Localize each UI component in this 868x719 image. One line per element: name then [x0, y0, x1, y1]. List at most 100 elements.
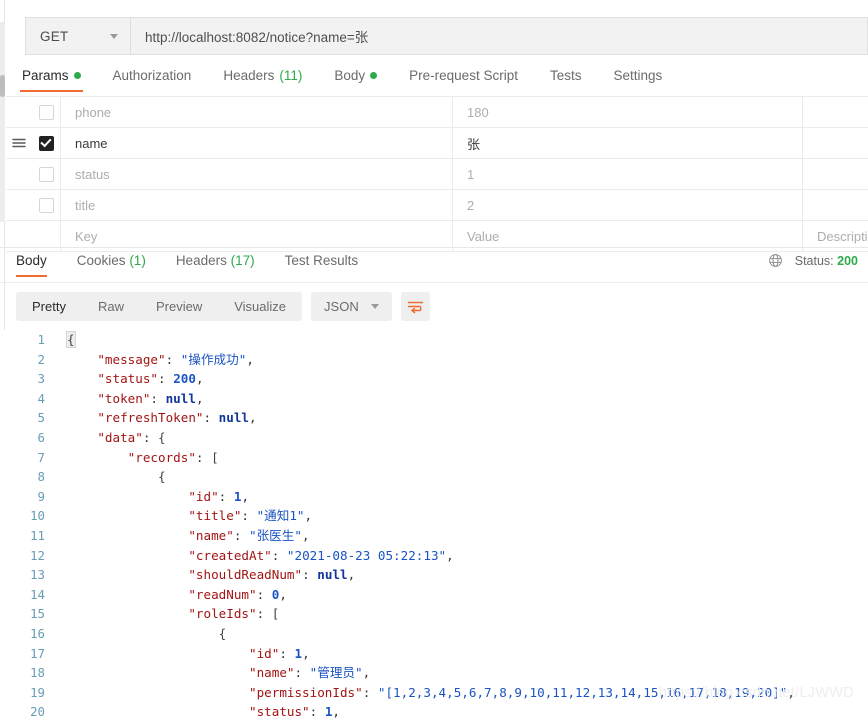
code-line: 20 "status": 1, [0, 702, 868, 719]
request-tab-settings[interactable]: Settings [613, 68, 680, 92]
code-line-number: 19 [30, 684, 45, 700]
code-line-text: "name": "管理员", [56, 663, 868, 683]
response-status-area: Status: 200 [768, 253, 858, 268]
params-value-input[interactable]: 2 [452, 190, 802, 220]
request-tab-headers[interactable]: Headers (11) [223, 68, 320, 92]
code-token: "permissionIds" [248, 684, 363, 700]
params-value-input[interactable]: 1 [452, 159, 802, 189]
code-line: 11 "name": "张医生", [0, 526, 868, 546]
params-description-input[interactable] [802, 159, 868, 189]
response-tab-label: Test Results [284, 253, 359, 268]
code-token: "2021-08-23 05:22:13" [286, 547, 447, 563]
code-line-number: 12 [30, 547, 45, 563]
code-token: "records" [127, 449, 196, 465]
code-line-number: 9 [37, 488, 45, 504]
code-token: "readNum" [188, 586, 257, 602]
response-body-code[interactable]: 1{2 "message": "操作成功", 3 "status": 200, 4 … [0, 330, 868, 719]
status-label: Status: [794, 253, 834, 268]
code-token: "name" [188, 527, 234, 543]
code-token: "token" [97, 390, 151, 406]
code-token: : [195, 449, 212, 465]
code-token: "status" [97, 371, 159, 387]
modified-dot-icon [370, 72, 378, 79]
code-line-text: "readNum": 0, [56, 585, 868, 605]
code-token: , [347, 567, 356, 583]
code-line: 3 "status": 200, [0, 369, 868, 389]
params-value-input[interactable]: 180 [452, 97, 802, 127]
code-token: : [302, 567, 318, 583]
response-tab-test-results[interactable]: Test Results [285, 253, 359, 277]
params-value-input[interactable]: 张 [452, 128, 802, 158]
params-key-input[interactable]: title [60, 190, 452, 220]
globe-icon [768, 253, 783, 268]
code-line-number: 7 [37, 449, 45, 465]
params-key-input[interactable]: name [60, 128, 452, 158]
code-token: , [362, 665, 371, 681]
response-view-raw[interactable]: Raw [82, 292, 140, 321]
code-line-number: 11 [30, 527, 45, 543]
code-line: 9 "id": 1, [0, 487, 868, 507]
params-enable-checkbox[interactable] [38, 166, 54, 182]
code-token: { [158, 469, 166, 485]
code-token: : [256, 586, 272, 602]
params-enable-checkbox[interactable] [38, 104, 54, 120]
request-tab-pre-request-script[interactable]: Pre-request Script [409, 68, 536, 92]
params-description-input[interactable] [802, 128, 868, 158]
request-tab-authorization[interactable]: Authorization [113, 68, 210, 92]
request-tab-label: Body [334, 68, 366, 83]
code-token: , [302, 645, 310, 661]
response-view-pretty[interactable]: Pretty [16, 292, 82, 321]
code-line-text: { [56, 467, 868, 487]
url-input[interactable]: http://localhost:8082/notice?name=张 [130, 17, 868, 55]
code-token: "管理员" [309, 665, 363, 681]
code-line-text: "status": 1, [56, 702, 868, 719]
code-token: , [195, 390, 204, 406]
params-key-input[interactable]: phone [60, 97, 452, 127]
code-line-text: "records": [ [56, 448, 868, 468]
chevron-down-icon [370, 304, 379, 309]
response-view-preview[interactable]: Preview [140, 292, 218, 321]
watermark: https://blog.csdn.net/LJWWD [658, 685, 854, 701]
request-tab-count: (11) [279, 68, 303, 83]
params-description-input[interactable] [802, 190, 868, 220]
sidebar-scrollbar-track[interactable] [0, 22, 5, 222]
params-description-input[interactable] [802, 97, 868, 127]
postman-window: GET http://localhost:8082/notice?name=张 … [0, 0, 868, 719]
response-tab-cookies[interactable]: Cookies (1) [77, 253, 146, 277]
response-tab-body[interactable]: Body [16, 253, 47, 277]
response-tab-label: Body [16, 253, 47, 268]
params-key-input[interactable]: status [60, 159, 452, 189]
request-tab-tests[interactable]: Tests [550, 68, 600, 92]
code-token: : [362, 684, 378, 700]
code-token: "data" [97, 429, 143, 445]
response-view-visualize[interactable]: Visualize [218, 292, 302, 321]
code-line-text: "token": null, [56, 389, 868, 409]
request-tab-label: Pre-request Script [409, 68, 518, 83]
params-enable-checkbox[interactable] [38, 197, 54, 213]
code-token: , [195, 371, 204, 387]
code-token: "id" [248, 645, 280, 661]
params-enable-checkbox[interactable] [38, 135, 54, 151]
response-tab-label: Cookies [76, 253, 126, 268]
code-line: 12 "createdAt": "2021-08-23 05:22:13", [0, 546, 868, 566]
response-tabs: Body Cookies (1) Headers (17) Test Results [16, 253, 388, 277]
response-tab-label: Headers [175, 253, 227, 268]
code-line: 16 { [0, 624, 868, 644]
response-view-segmented: Pretty Raw Preview Visualize [16, 292, 303, 321]
http-method-select[interactable]: GET [25, 17, 130, 55]
drag-handle-icon[interactable] [6, 128, 32, 158]
request-tab-body[interactable]: Body [334, 68, 395, 92]
code-line-number: 1 [37, 332, 45, 347]
code-token: null [317, 567, 348, 583]
response-tab-headers[interactable]: Headers (17) [176, 253, 255, 277]
sidebar-scrollbar-thumb[interactable] [0, 75, 5, 97]
code-token: "title" [188, 508, 242, 524]
content-type-select[interactable]: JSON [311, 292, 392, 321]
word-wrap-button[interactable] [400, 292, 430, 321]
code-line: 8 { [0, 467, 868, 487]
drag-handle-placeholder [6, 97, 32, 127]
request-tab-params[interactable]: Params [20, 68, 99, 92]
code-token: : [203, 410, 219, 426]
response-top-divider [0, 247, 868, 248]
code-line: 6 "data": { [0, 428, 868, 448]
